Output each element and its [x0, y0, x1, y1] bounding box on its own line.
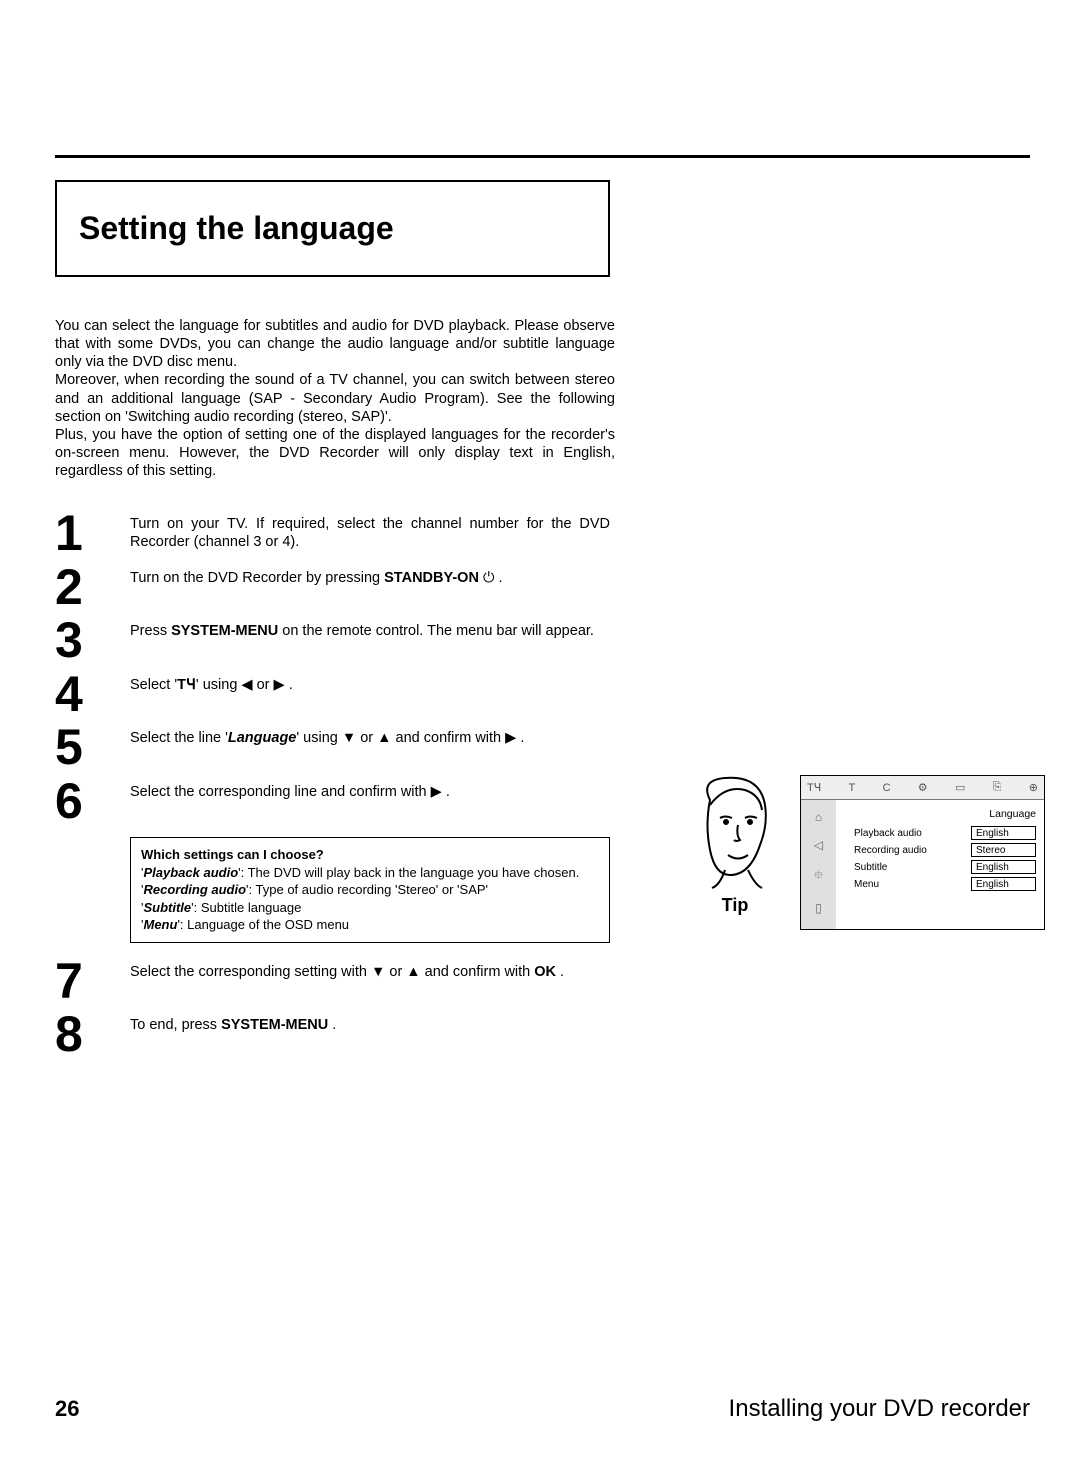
- step-text: Press SYSTEM-MENU on the remote control.…: [130, 617, 610, 640]
- osd-value: English: [971, 826, 1036, 840]
- osd-sidebar: ⌂ ◁ ⯐ ▯: [801, 800, 836, 929]
- step-8: 8 To end, press SYSTEM-MENU .: [55, 1011, 1030, 1059]
- step-4: 4 Select 'TꞍ' using ◀ or ▶ .: [55, 671, 1030, 719]
- osd-top-icon: ▭: [955, 781, 965, 794]
- osd-content: Language Playback audio English Recordin…: [836, 800, 1044, 929]
- osd-side-icon: ⌂: [815, 810, 822, 824]
- step-number: 8: [55, 1011, 130, 1059]
- osd-row: Recording audio Stereo: [854, 843, 1036, 857]
- step-text: Select 'TꞍ' using ◀ or ▶ .: [130, 671, 610, 694]
- tip-item: 'Menu': Language of the OSD menu: [141, 917, 349, 932]
- osd-row: Menu English: [854, 877, 1036, 891]
- step-text: Select the corresponding line and confir…: [130, 778, 610, 801]
- step-1: 1 Turn on your TV. If required, select t…: [55, 510, 1030, 558]
- osd-label: Playback audio: [854, 828, 922, 839]
- intro-p3: Plus, you have the option of setting one…: [55, 426, 615, 480]
- step-number: 1: [55, 510, 130, 558]
- top-rule: [55, 155, 1030, 158]
- tip-figure: Tip: [685, 770, 785, 916]
- osd-label: Menu: [854, 879, 879, 890]
- footer-title: Installing your DVD recorder: [729, 1395, 1030, 1423]
- osd-side-icon: ◁: [814, 838, 823, 852]
- osd-side-icon: ⯐: [814, 866, 823, 887]
- osd-row: Playback audio English: [854, 826, 1036, 840]
- osd-value: Stereo: [971, 843, 1036, 857]
- osd-body: ⌂ ◁ ⯐ ▯ Language Playback audio English …: [801, 800, 1044, 929]
- tip-item: 'Subtitle': Subtitle language: [141, 900, 301, 915]
- steps-area: 1 Turn on your TV. If required, select t…: [55, 510, 1030, 1059]
- face-illustration-icon: [690, 770, 780, 890]
- step-text: Turn on your TV. If required, select the…: [130, 510, 610, 551]
- intro-p1: You can select the language for subtitle…: [55, 317, 615, 371]
- osd-heading: Language: [854, 808, 1036, 820]
- tip-label: Tip: [685, 895, 785, 916]
- osd-row: Subtitle English: [854, 860, 1036, 874]
- osd-panel: TꞍ T C ⚙ ▭ ⎘ ⊕ ⌂ ◁ ⯐ ▯ Language Playba: [800, 775, 1045, 930]
- intro-p2: Moreover, when recording the sound of a …: [55, 371, 615, 425]
- page-number: 26: [55, 1396, 79, 1422]
- step-text: Select the corresponding setting with ▼ …: [130, 958, 610, 981]
- osd-top-icon: C: [883, 782, 891, 794]
- step-number: 5: [55, 724, 130, 772]
- intro-text: You can select the language for subtitle…: [55, 317, 615, 480]
- step-7: 7 Select the corresponding setting with …: [55, 958, 1030, 1006]
- section-title-box: Setting the language: [55, 180, 610, 277]
- step-number: 2: [55, 564, 130, 612]
- step-text: Select the line 'Language' using ▼ or ▲ …: [130, 724, 610, 747]
- step-text: To end, press SYSTEM-MENU .: [130, 1011, 610, 1034]
- step-number: 6: [55, 778, 130, 826]
- osd-top-icon: ⊕: [1029, 781, 1038, 794]
- osd-top-icon: T: [849, 782, 856, 794]
- osd-value: English: [971, 860, 1036, 874]
- osd-top-icon: ⚙: [918, 781, 928, 794]
- step-2: 2 Turn on the DVD Recorder by pressing S…: [55, 564, 1030, 612]
- step-number: 7: [55, 958, 130, 1006]
- step-text: Turn on the DVD Recorder by pressing STA…: [130, 564, 610, 587]
- osd-top-icon: ⎘: [993, 781, 1002, 794]
- osd-topbar: TꞍ T C ⚙ ▭ ⎘ ⊕: [801, 776, 1044, 800]
- section-title: Setting the language: [79, 210, 578, 247]
- osd-label: Subtitle: [854, 862, 887, 873]
- tip-box: Which settings can I choose? 'Playback a…: [130, 837, 610, 943]
- osd-top-icon: TꞍ: [807, 781, 821, 794]
- tip-item: 'Recording audio': Type of audio recordi…: [141, 882, 488, 897]
- step-5: 5 Select the line 'Language' using ▼ or …: [55, 724, 1030, 772]
- step-number: 4: [55, 671, 130, 719]
- page-footer: 26 Installing your DVD recorder: [55, 1395, 1030, 1423]
- osd-value: English: [971, 877, 1036, 891]
- tip-heading: Which settings can I choose?: [141, 847, 324, 862]
- osd-label: Recording audio: [854, 845, 927, 856]
- tip-item: 'Playback audio': The DVD will play back…: [141, 865, 579, 880]
- osd-side-icon: ▯: [815, 901, 822, 915]
- step-3: 3 Press SYSTEM-MENU on the remote contro…: [55, 617, 1030, 665]
- tool-icon: TꞍ: [177, 677, 196, 693]
- step-number: 3: [55, 617, 130, 665]
